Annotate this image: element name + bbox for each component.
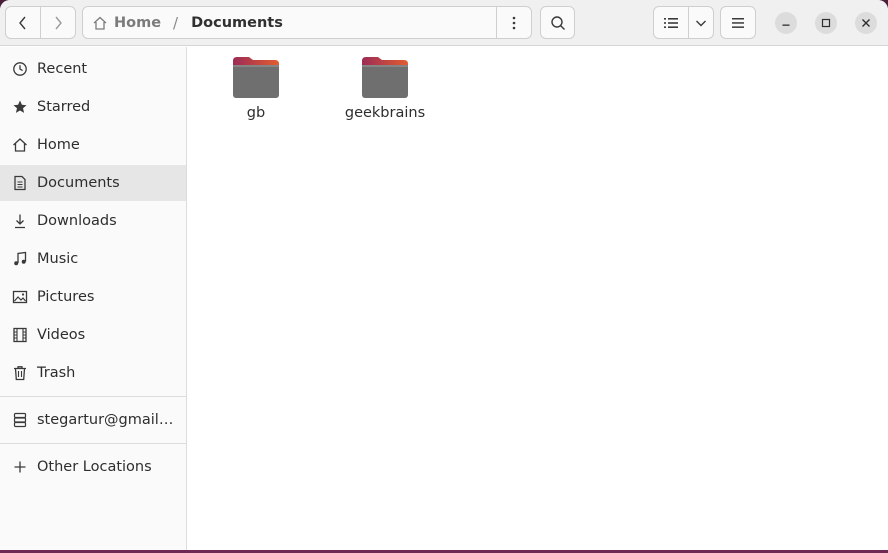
minimize-icon — [782, 24, 790, 26]
folder-name: gb — [246, 105, 266, 121]
search-button[interactable] — [540, 6, 575, 39]
sidebar-item-home[interactable]: Home — [0, 127, 186, 163]
sidebar-item-label: Downloads — [37, 213, 117, 229]
folder-icon — [233, 57, 279, 98]
home-icon — [93, 16, 107, 30]
clock-icon — [12, 61, 28, 77]
folder-item[interactable]: geekbrains — [335, 55, 435, 121]
breadcrumb-home[interactable]: Home — [83, 15, 161, 31]
sidebar-item-label: Other Locations — [37, 459, 152, 475]
view-options-button[interactable] — [688, 6, 714, 39]
list-view-icon — [664, 17, 678, 28]
back-button[interactable] — [5, 6, 41, 39]
sidebar-item-label: Home — [37, 137, 80, 153]
search-icon — [550, 15, 565, 30]
film-icon — [12, 327, 28, 343]
sidebar-item-label: Documents — [37, 175, 120, 191]
list-view-button[interactable] — [653, 6, 689, 39]
breadcrumb-current[interactable]: Documents — [191, 15, 283, 31]
breadcrumb-separator: / — [173, 13, 179, 32]
breadcrumb-home-label: Home — [114, 14, 162, 31]
chevron-left-icon — [19, 16, 26, 29]
sidebar-item-label: Trash — [37, 365, 76, 381]
file-view: gb geekbrains — [188, 47, 888, 550]
sidebar: Recent Starred Home Documents Downloads … — [0, 47, 187, 550]
sidebar-item-documents[interactable]: Documents — [0, 165, 186, 201]
folder-name: geekbrains — [344, 105, 426, 121]
download-icon — [12, 213, 28, 229]
header-bar: Home / Documents — [0, 0, 888, 46]
sidebar-item-label: stegartur@gmail.com — [37, 412, 177, 428]
sidebar-divider — [0, 396, 186, 397]
folder-item[interactable]: gb — [206, 55, 306, 121]
close-button[interactable] — [855, 12, 877, 34]
home-icon — [12, 137, 28, 153]
sidebar-item-downloads[interactable]: Downloads — [0, 203, 186, 239]
sidebar-item-label: Recent — [37, 61, 88, 77]
network-drive-icon — [12, 412, 28, 428]
sidebar-item-other-locations[interactable]: Other Locations — [0, 449, 186, 485]
sidebar-item-label: Music — [37, 251, 79, 267]
star-icon — [12, 99, 28, 115]
sidebar-item-trash[interactable]: Trash — [0, 355, 186, 391]
chevron-right-icon — [55, 16, 62, 29]
music-note-icon — [12, 251, 28, 267]
sidebar-item-label: Starred — [37, 99, 91, 115]
picture-icon — [12, 289, 28, 305]
sidebar-item-music[interactable]: Music — [0, 241, 186, 277]
sidebar-item-pictures[interactable]: Pictures — [0, 279, 186, 315]
plus-icon — [12, 459, 28, 475]
minimize-button[interactable] — [775, 12, 797, 34]
sidebar-divider — [0, 443, 186, 444]
document-icon — [12, 175, 28, 191]
forward-button[interactable] — [40, 6, 76, 39]
path-menu-button[interactable] — [496, 7, 531, 38]
sidebar-item-videos[interactable]: Videos — [0, 317, 186, 353]
main-menu-button[interactable] — [720, 6, 756, 39]
sidebar-item-starred[interactable]: Starred — [0, 89, 186, 125]
file-manager-window: Home / Documents Recent Starred Home Doc… — [0, 0, 888, 550]
sidebar-item-recent[interactable]: Recent — [0, 51, 186, 87]
trash-icon — [12, 365, 28, 381]
sidebar-item-account[interactable]: stegartur@gmail.com — [0, 402, 186, 438]
folder-icon — [362, 57, 408, 98]
sidebar-item-label: Videos — [37, 327, 86, 343]
sidebar-item-label: Pictures — [37, 289, 95, 305]
maximize-icon — [821, 18, 831, 28]
hamburger-icon — [732, 17, 744, 28]
path-bar: Home / Documents — [82, 6, 532, 39]
close-icon — [862, 19, 870, 27]
chevron-down-icon — [696, 20, 706, 26]
maximize-button[interactable] — [815, 12, 837, 34]
vertical-dots-icon — [512, 16, 516, 29]
